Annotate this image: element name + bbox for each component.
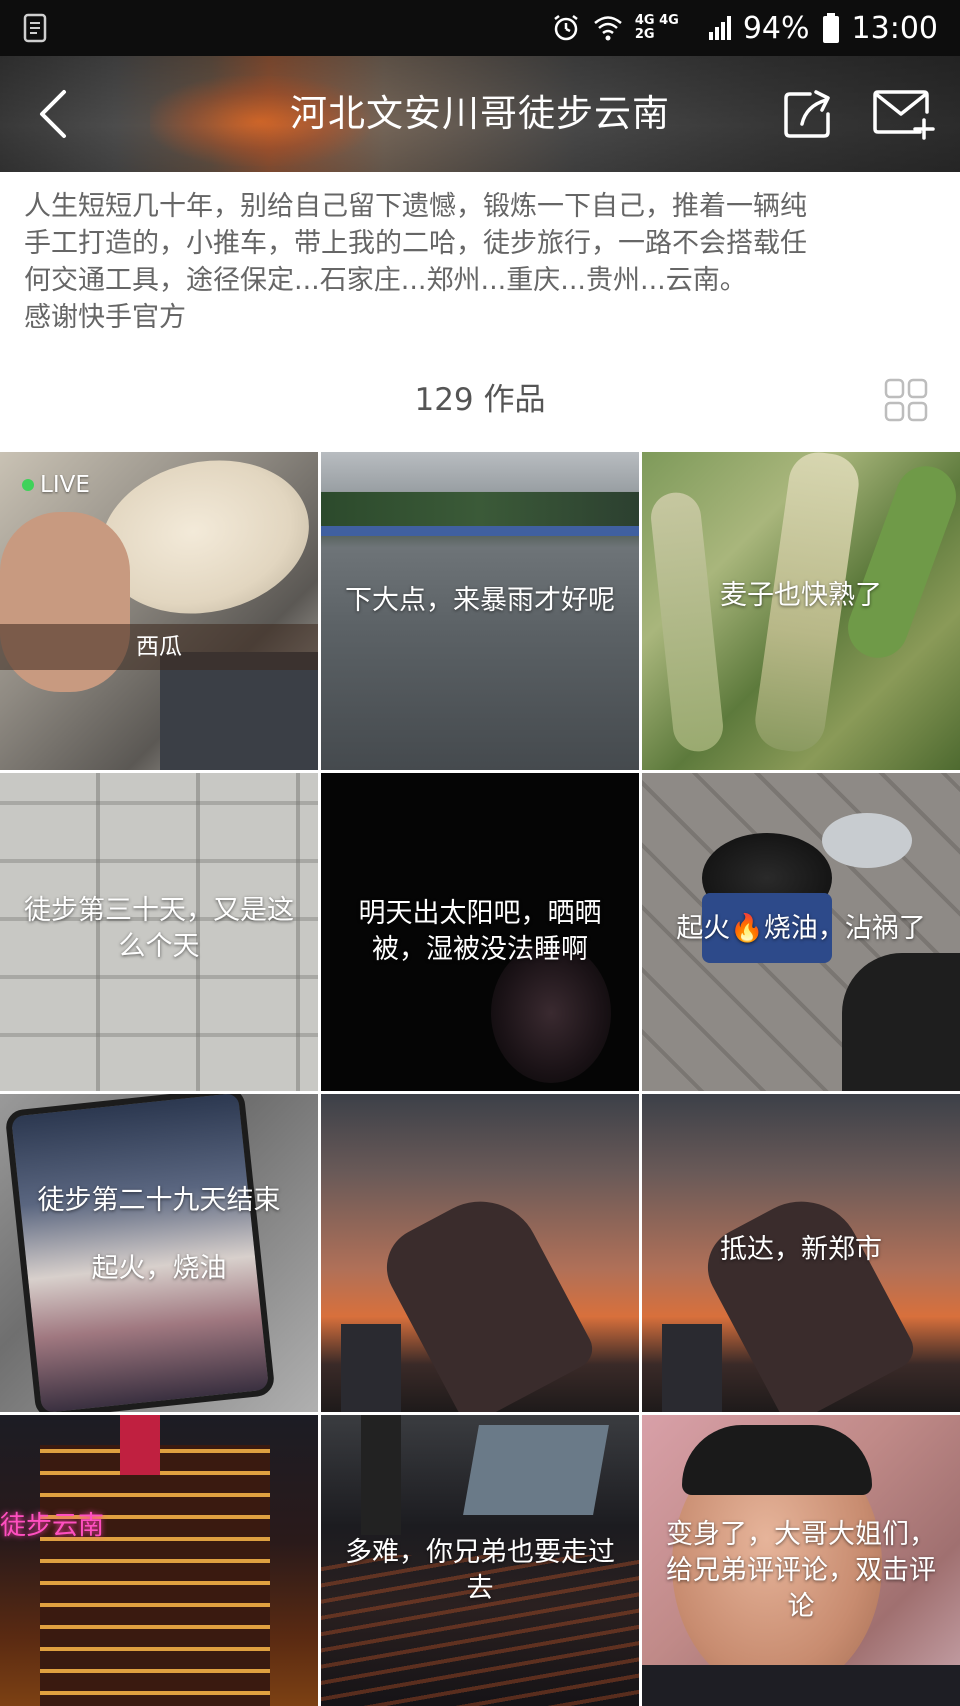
- work-tile[interactable]: 起火🔥烧油，沾祸了: [642, 773, 960, 1091]
- battery-percent: 94%: [742, 10, 810, 46]
- alarm-icon: [554, 15, 578, 41]
- works-grid: LIVE 西瓜 下大点，来暴雨才好呢 麦子也快熟了 徒步第三十天，又是这么个天 …: [0, 452, 960, 1706]
- work-tile[interactable]: 抵达，新郑市: [642, 1094, 960, 1412]
- network-type-label: 4G 4G 2G: [634, 13, 679, 42]
- work-tile[interactable]: 徒步第二十九天结束 起火，烧油: [0, 1094, 318, 1412]
- live-badge: LIVE: [22, 472, 90, 498]
- work-tile[interactable]: 徒步第三十天，又是这么个天: [0, 773, 318, 1091]
- bio-line: 感谢快手官方: [24, 302, 186, 333]
- back-button[interactable]: chevron-left-icon: [24, 80, 88, 148]
- clock: 13:00: [851, 10, 938, 46]
- work-tile[interactable]: [321, 1094, 639, 1412]
- message-button[interactable]: [872, 88, 936, 140]
- work-caption: 多难，你兄弟也要走过去: [345, 1537, 615, 1604]
- bio-line: 人生短短几十年，别给自己留下遗憾，锻炼一下自己，推着一辆纯: [24, 191, 807, 222]
- works-count: 129 作品: [414, 382, 546, 418]
- work-caption-secondary: 起火，烧油: [91, 1253, 227, 1284]
- work-tile[interactable]: 下大点，来暴雨才好呢: [321, 452, 639, 770]
- work-tile[interactable]: LIVE 西瓜: [0, 452, 318, 770]
- work-caption: 徒步第二十九天结束: [37, 1185, 281, 1216]
- work-tile[interactable]: 明天出太阳吧，晒晒被，湿被没法睡啊: [321, 773, 639, 1091]
- work-tile[interactable]: 多难，你兄弟也要走过去: [321, 1415, 639, 1706]
- wifi-icon: [594, 16, 622, 41]
- work-caption: 变身了，大哥大姐们，给兄弟评评论，双击评论: [666, 1519, 936, 1622]
- profile-header: chevron-left-icon 河北文安川哥徒步云南: [0, 56, 960, 172]
- work-caption: 徒步第三十天，又是这么个天: [24, 895, 294, 962]
- work-caption: 起火🔥烧油，沾祸了: [676, 913, 926, 944]
- grid-view-icon[interactable]: [884, 378, 928, 422]
- notification-icon: [23, 13, 47, 43]
- work-caption: 麦子也快熟了: [720, 580, 882, 611]
- share-button[interactable]: [780, 86, 836, 142]
- live-dot-icon: [22, 479, 34, 491]
- status-bar: 4G 4G 2G 94% 13:00: [0, 0, 960, 56]
- work-tile[interactable]: 徒步云南: [0, 1415, 318, 1706]
- work-tile[interactable]: 麦子也快熟了: [642, 452, 960, 770]
- profile-bio: 人生短短几十年，别给自己留下遗憾，锻炼一下自己，推着一辆纯 手工打造的，小推车，…: [24, 188, 940, 336]
- signal-icon: [708, 16, 731, 40]
- neon-sign: 徒步云南: [0, 1511, 105, 1541]
- works-bar: 129 作品: [0, 370, 960, 430]
- bio-line: 何交通工具，途径保定...石家庄...郑州...重庆...贵州...云南。: [24, 265, 747, 296]
- battery-icon: [822, 13, 839, 43]
- work-caption: 明天出太阳吧，晒晒被，湿被没法睡啊: [358, 898, 602, 965]
- work-tile[interactable]: 变身了，大哥大姐们，给兄弟评评论，双击评论: [642, 1415, 960, 1706]
- work-caption: 抵达，新郑市: [720, 1234, 882, 1265]
- bio-line: 手工打造的，小推车，带上我的二哈，徒步旅行，一路不会搭载任: [24, 228, 807, 259]
- page-title: 河北文安川哥徒步云南: [290, 92, 670, 135]
- work-caption: 西瓜: [0, 624, 318, 670]
- work-caption: 下大点，来暴雨才好呢: [345, 585, 615, 616]
